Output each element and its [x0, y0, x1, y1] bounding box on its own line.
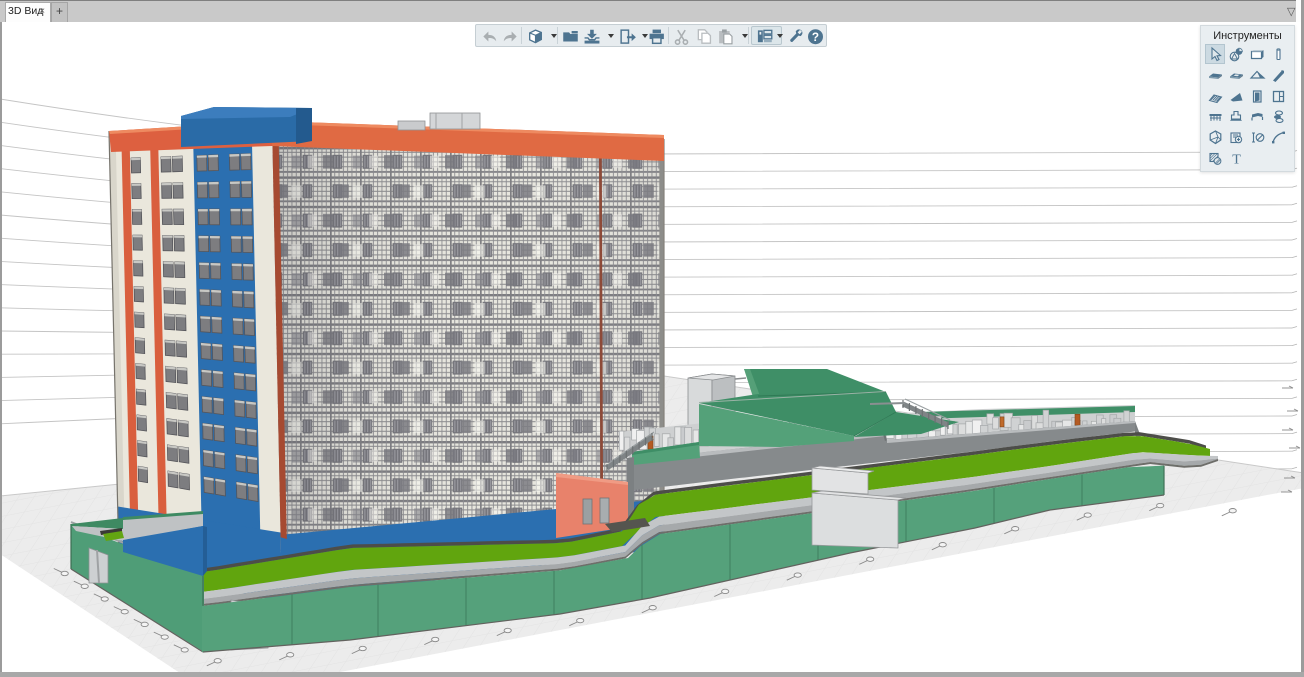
svg-text:?: ?	[811, 31, 818, 44]
svg-text:T: T	[1232, 153, 1241, 168]
